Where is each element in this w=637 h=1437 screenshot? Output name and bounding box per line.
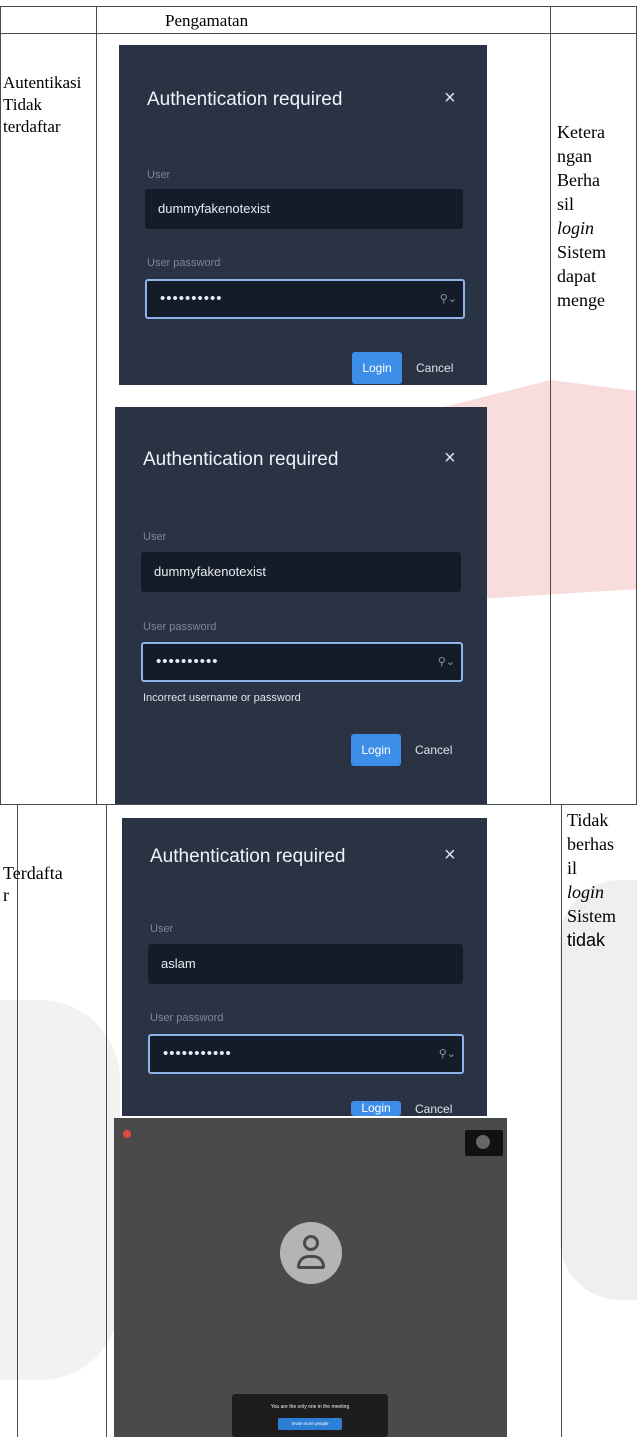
auth-dialog: Authentication required × User dummyfake… (119, 45, 487, 385)
eye-icon[interactable]: ⚲⌄ (438, 644, 455, 680)
close-icon[interactable]: × (444, 87, 456, 110)
table-border (106, 804, 107, 1437)
error-message: Incorrect username or password (143, 692, 301, 704)
dialog-title: Authentication required (150, 846, 346, 867)
notice-text: You are the only one in the meeting (270, 1404, 350, 1410)
password-input[interactable]: ••••••••••• ⚲⌄ (148, 1034, 464, 1074)
dialog-title: Authentication required (147, 89, 343, 110)
note-line: dapat (557, 266, 596, 286)
login-button[interactable]: Login (352, 352, 402, 384)
table-border (0, 6, 1, 804)
eye-icon[interactable]: ⚲⌄ (439, 1036, 456, 1072)
row-note-registered: Tidak berhas il login Sistem tidak (567, 808, 637, 958)
user-input[interactable]: aslam (148, 944, 463, 984)
label-line: Terdafta (3, 863, 63, 883)
user-label: User (150, 923, 174, 935)
note-line: tidak (567, 930, 606, 950)
user-label: User (143, 531, 167, 543)
password-input[interactable]: •••••••••• ⚲⌄ (141, 642, 463, 682)
password-value: •••••••••• (156, 653, 219, 670)
cancel-button[interactable]: Cancel (415, 743, 452, 757)
row-label-registered: Terdafta r (3, 862, 63, 906)
row-label-unregistered: Autentikasi Tidak terdaftar (3, 72, 81, 138)
cancel-button[interactable]: Cancel (416, 361, 453, 375)
meeting-view: You are the only one in the meeting Invi… (114, 1118, 507, 1437)
user-input[interactable]: dummyfakenotexist (145, 189, 463, 229)
login-button[interactable]: Login (351, 1101, 401, 1116)
password-value: •••••••••• (160, 290, 223, 307)
table-border (0, 804, 637, 805)
password-label: User password (147, 257, 221, 269)
password-value: ••••••••••• (163, 1045, 232, 1062)
label-line: terdaftar (3, 117, 61, 136)
password-input[interactable]: •••••••••• ⚲⌄ (145, 279, 465, 319)
password-label: User password (143, 621, 217, 633)
label-line: r (3, 885, 9, 905)
auth-dialog-registered: Authentication required × User aslam Use… (122, 818, 487, 1116)
note-line: berhas (567, 834, 614, 854)
note-line: sil (557, 194, 575, 214)
thumbnail-avatar-icon (476, 1135, 490, 1149)
note-line: Berha (557, 170, 600, 190)
user-input[interactable]: dummyfakenotexist (141, 552, 461, 592)
record-icon (123, 1130, 131, 1138)
table-border (96, 6, 97, 804)
note-line: login (557, 218, 595, 238)
note-line: Tidak (567, 810, 609, 830)
auth-dialog-error: Authentication required × User dummyfake… (115, 407, 487, 804)
meeting-notice: You are the only one in the meeting Invi… (232, 1394, 388, 1437)
password-label: User password (150, 1012, 224, 1024)
login-button[interactable]: Login (351, 734, 401, 766)
watermark-shape (0, 1000, 120, 1380)
cancel-button[interactable]: Cancel (415, 1102, 452, 1116)
close-icon[interactable]: × (444, 447, 456, 470)
close-icon[interactable]: × (444, 844, 456, 867)
table-border (561, 804, 562, 1437)
dialog-title: Authentication required (143, 449, 339, 470)
table-border (550, 6, 551, 804)
note-line: il (567, 858, 578, 878)
user-label: User (147, 169, 171, 181)
note-line: ngan (557, 146, 592, 166)
eye-icon[interactable]: ⚲⌄ (440, 281, 457, 317)
note-line: Ketera (557, 122, 605, 142)
table-header: Pengamatan (165, 11, 249, 30)
note-line: Sistem (567, 906, 617, 926)
label-line: Tidak (3, 95, 43, 114)
note-line: login (567, 882, 605, 902)
label-line: Autentikasi (3, 73, 82, 92)
invite-button[interactable]: Invite more people (278, 1418, 342, 1430)
self-view-thumbnail[interactable] (465, 1130, 503, 1156)
note-line: Sistem (557, 242, 607, 262)
note-line: menge (557, 290, 605, 310)
user-avatar-icon (280, 1222, 342, 1284)
row-note-unregistered: Ketera ngan Berha sil login Sistem dapat… (557, 120, 635, 333)
